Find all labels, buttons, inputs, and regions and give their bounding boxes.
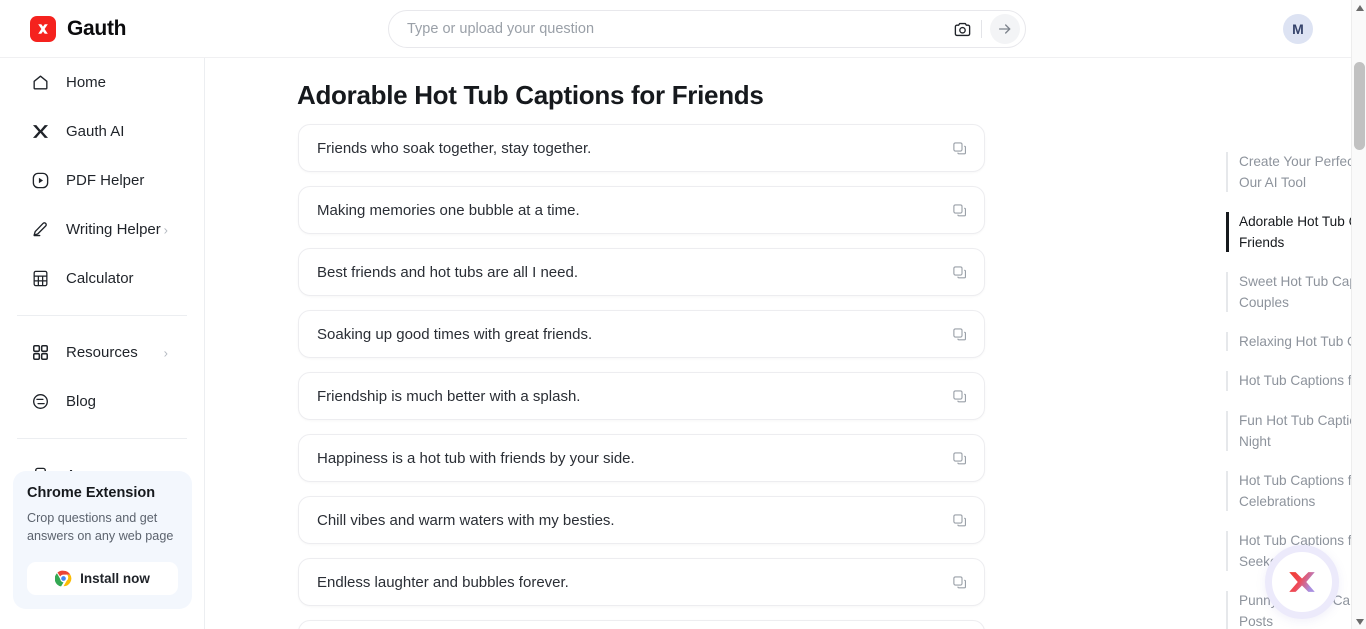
toc-item[interactable]: Fun Hot Tub Captions for Girls' Night (1226, 410, 1351, 452)
pencil-icon (30, 220, 50, 240)
caption-card: Happiness is a hot tub with friends by y… (298, 434, 985, 482)
promo-description: Crop questions and get answers on any we… (27, 511, 174, 543)
sidebar-item-label: Resources (66, 344, 138, 361)
install-now-button[interactable]: Install now (27, 562, 178, 595)
scrollbar-thumb[interactable] (1354, 62, 1365, 150)
gauth-ai-icon (30, 122, 50, 142)
toc-item[interactable]: Hot Tub Captions for Vacation Vibes (1226, 370, 1351, 391)
sidebar-divider-2 (17, 438, 187, 439)
gauth-assistant-fab[interactable] (1265, 545, 1339, 619)
toc-item[interactable]: Sweet Hot Tub Captions for Couples (1226, 271, 1351, 313)
sidebar-item-label: Home (66, 74, 107, 91)
main-content: Adorable Hot Tub Captions for Friends Fr… (206, 58, 1351, 629)
caption-text: Chill vibes and warm waters with my best… (317, 511, 615, 529)
page-title: Adorable Hot Tub Captions for Friends (297, 80, 764, 110)
captions-list: Friends who soak together, stay together… (298, 124, 985, 629)
caption-text: Soaking up good times with great friends… (317, 325, 593, 343)
chrome-icon (55, 570, 72, 587)
caption-card: Friends who soak together, stay together… (298, 124, 985, 172)
camera-icon[interactable] (947, 14, 977, 44)
sidebar-item-resources[interactable]: Resources › (0, 328, 204, 377)
calculator-icon (30, 269, 50, 289)
toc-item[interactable]: Relaxing Hot Tub Captions (1226, 331, 1351, 352)
brand-name: Gauth (67, 17, 127, 40)
sidebar-item-pdf-helper[interactable]: PDF Helper (0, 156, 204, 205)
browser-scrollbar[interactable] (1351, 0, 1366, 629)
gauth-assistant-icon (1285, 565, 1319, 599)
copy-icon[interactable] (948, 447, 970, 469)
sidebar-item-calculator[interactable]: Calculator (0, 254, 204, 303)
search-input[interactable] (389, 11, 947, 47)
page-root: Gauth M (0, 0, 1366, 629)
pdf-helper-icon (30, 171, 50, 191)
copy-icon[interactable] (948, 137, 970, 159)
toc-item[interactable]: Hot Tub Captions for Birthday Celebratio… (1226, 470, 1351, 512)
copy-icon[interactable] (948, 385, 970, 407)
sidebar-item-gauth-ai[interactable]: Gauth AI (0, 107, 204, 156)
search-divider (981, 20, 982, 38)
sidebar-item-label: Blog (66, 393, 97, 410)
caption-card: Chill vibes and warm waters with my best… (298, 496, 985, 544)
copy-icon[interactable] (948, 571, 970, 593)
gauth-logo-icon (30, 16, 56, 42)
brand-logo[interactable]: Gauth (30, 16, 126, 42)
scroll-down-arrow-icon[interactable] (1352, 614, 1366, 629)
copy-icon[interactable] (948, 509, 970, 531)
chevron-right-icon: › (163, 345, 168, 360)
caption-card: Friendship is much better with a splash. (298, 372, 985, 420)
caption-card: Best friends and hot tubs are all I need… (298, 248, 985, 296)
sidebar-item-blog[interactable]: Blog (0, 377, 204, 426)
caption-text: Endless laughter and bubbles forever. (317, 573, 569, 591)
caption-card: Soaking up good times with great friends… (298, 310, 985, 358)
search-bar[interactable] (388, 10, 1026, 48)
sidebar-item-label: Gauth AI (66, 123, 125, 140)
search-submit-button[interactable] (990, 14, 1020, 44)
toc-item[interactable]: Create Your Perfect Caption with Our AI … (1226, 151, 1351, 193)
blog-icon (30, 392, 50, 412)
avatar[interactable]: M (1283, 14, 1313, 44)
grid-icon (30, 343, 50, 363)
scroll-up-arrow-icon[interactable] (1352, 0, 1366, 15)
sidebar-item-home[interactable]: Home (0, 58, 204, 107)
sidebar-item-label: PDF Helper (66, 172, 145, 189)
home-icon (30, 73, 50, 93)
chevron-right-icon: › (163, 222, 168, 237)
sidebar-item-label: Calculator (66, 270, 134, 287)
sidebar-divider-1 (17, 315, 187, 316)
caption-card-partial (298, 620, 985, 629)
caption-text: Making memories one bubble at a time. (317, 201, 580, 219)
chrome-extension-promo: Chrome Extension Crop questions and get … (13, 471, 192, 609)
caption-card: Endless laughter and bubbles forever. (298, 558, 985, 606)
sidebar-item-label: Writing Helper (66, 221, 161, 238)
caption-card: Making memories one bubble at a time. (298, 186, 985, 234)
top-header: Gauth M (0, 0, 1351, 58)
caption-text: Best friends and hot tubs are all I need… (317, 263, 578, 281)
copy-icon[interactable] (948, 323, 970, 345)
left-sidebar: Home Gauth AI PDF Helper Writing Helper … (0, 58, 205, 629)
install-now-label: Install now (80, 571, 150, 586)
caption-text: Friends who soak together, stay together… (317, 139, 592, 157)
caption-text: Friendship is much better with a splash. (317, 387, 581, 405)
sidebar-item-writing-helper[interactable]: Writing Helper › (0, 205, 204, 254)
promo-title: Chrome Extension (27, 485, 156, 501)
toc-item-active[interactable]: Adorable Hot Tub Captions for Friends (1226, 211, 1351, 253)
copy-icon[interactable] (948, 199, 970, 221)
copy-icon[interactable] (948, 261, 970, 283)
caption-text: Happiness is a hot tub with friends by y… (317, 449, 635, 467)
